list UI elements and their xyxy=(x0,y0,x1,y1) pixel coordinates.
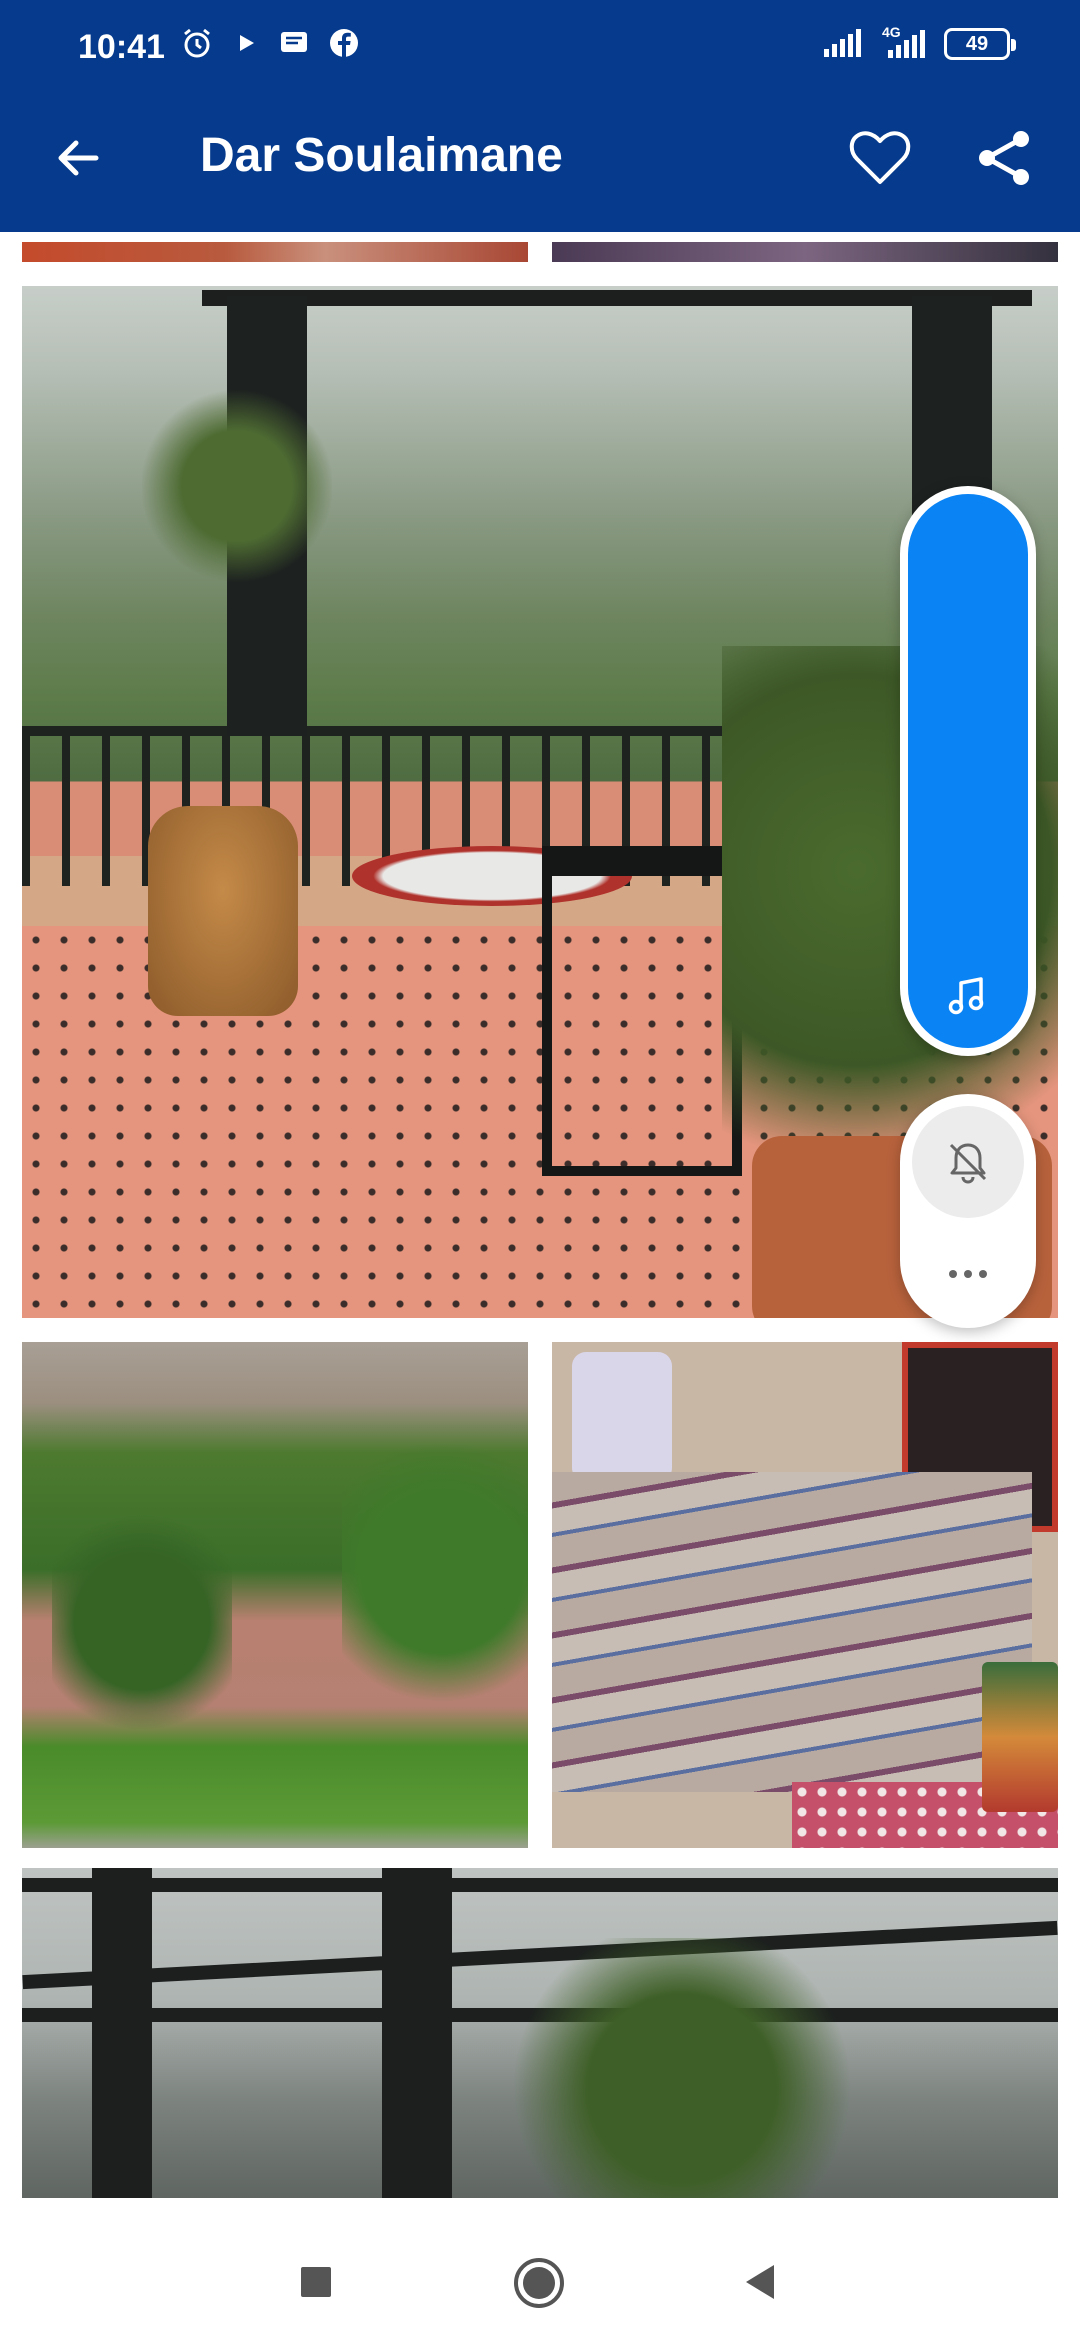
signal-icon xyxy=(824,29,861,57)
battery-icon: 49 xyxy=(944,28,1016,60)
system-back-button[interactable] xyxy=(736,2256,784,2308)
heart-outline-icon xyxy=(849,131,911,184)
music-button[interactable] xyxy=(936,964,1000,1028)
message-icon xyxy=(281,32,307,52)
play-icon xyxy=(240,35,254,51)
recents-button[interactable] xyxy=(292,2258,340,2306)
arrow-left-icon xyxy=(58,140,99,176)
app-header: 10:41 4G 49 Dar Soulaimane xyxy=(0,0,1080,232)
gallery-photo-partial-right[interactable] xyxy=(552,242,1058,262)
alarm-icon xyxy=(184,28,210,58)
share-icon xyxy=(979,131,1029,185)
page-title: Dar Soulaimane xyxy=(200,129,563,182)
back-button[interactable] xyxy=(42,122,114,194)
status-system-icons: 4G 49 xyxy=(822,24,1016,60)
mute-button[interactable] xyxy=(912,1106,1024,1218)
gallery-photo-partial-left[interactable] xyxy=(22,242,528,262)
facebook-icon xyxy=(330,29,358,57)
app-bar: Dar Soulaimane xyxy=(0,100,1080,232)
status-time: 10:41 xyxy=(78,28,165,66)
bell-off-icon xyxy=(949,1143,987,1184)
more-options-button[interactable] xyxy=(928,1244,1008,1304)
share-button[interactable] xyxy=(966,120,1042,196)
gallery-photo-bedroom[interactable] xyxy=(552,1342,1058,1848)
status-notification-icons xyxy=(180,26,360,60)
home-button[interactable] xyxy=(508,2252,570,2314)
battery-level: 49 xyxy=(965,33,989,55)
gallery-photo-garden[interactable] xyxy=(22,1342,528,1848)
home-circle-icon xyxy=(514,2258,564,2308)
music-widget[interactable] xyxy=(900,486,1036,1056)
signal-4g-icon: 4G xyxy=(882,24,926,60)
system-nav-bar xyxy=(0,2210,1080,2340)
music-note-icon xyxy=(948,977,984,1015)
status-bar: 10:41 4G 49 xyxy=(0,0,1080,100)
music-widget-slider[interactable] xyxy=(908,494,1028,1048)
sound-controls-widget xyxy=(900,1094,1036,1328)
gallery-photo-pergola[interactable] xyxy=(22,1868,1058,2198)
favorite-button[interactable] xyxy=(842,120,918,196)
back-triangle-icon xyxy=(746,2265,774,2299)
recents-square-icon xyxy=(301,2267,331,2297)
more-horizontal-icon xyxy=(949,1270,957,1278)
